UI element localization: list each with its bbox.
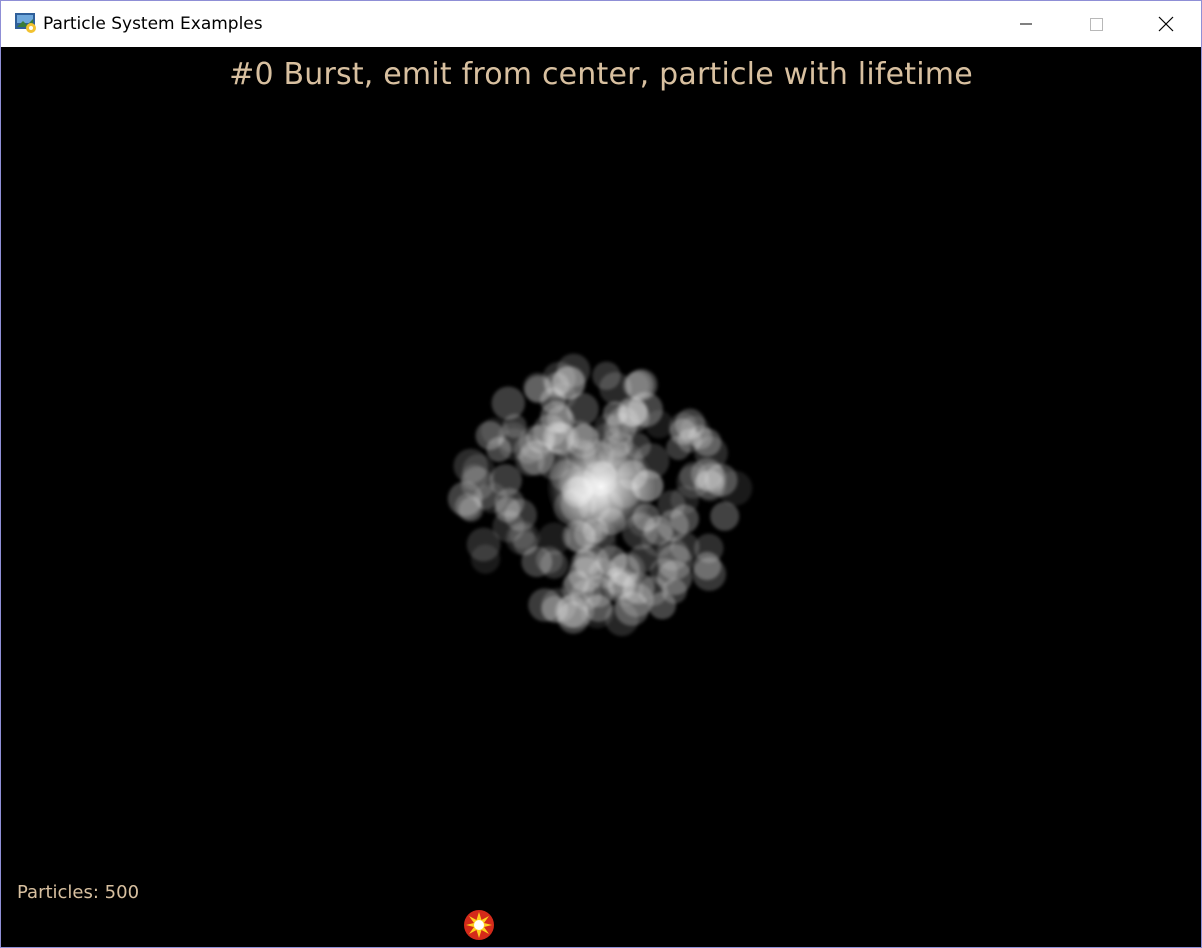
particle-counter: Particles: 500 [17, 882, 140, 903]
particle [566, 392, 599, 426]
particle [447, 481, 483, 517]
particle [694, 469, 724, 500]
particle [540, 550, 569, 579]
particle [509, 524, 535, 549]
particle [470, 544, 501, 574]
app-window: Particle System Examples #0 Burst, emit … [0, 0, 1202, 948]
particle [670, 485, 699, 515]
title-bar[interactable]: Particle System Examples [1, 1, 1201, 47]
particle [625, 369, 658, 401]
particle [491, 386, 525, 420]
close-button[interactable] [1131, 1, 1201, 47]
particle [710, 501, 740, 531]
particle [674, 408, 706, 440]
particle-core [546, 437, 656, 537]
close-icon [1158, 16, 1174, 32]
python-icon [15, 13, 36, 33]
render-canvas[interactable]: #0 Burst, emit from center, particle wit… [1, 47, 1201, 947]
particle-burst [447, 353, 753, 637]
particle [570, 579, 602, 611]
maximize-button[interactable] [1061, 1, 1131, 47]
particle [657, 560, 693, 596]
particle [694, 436, 728, 470]
maximize-icon [1090, 18, 1103, 31]
particle [592, 361, 621, 390]
burst-icon [464, 910, 494, 940]
particle [475, 421, 505, 450]
particle [608, 571, 644, 607]
window-title: Particle System Examples [43, 14, 263, 34]
particle [544, 372, 570, 398]
particle [453, 448, 489, 484]
minimize-icon [1020, 23, 1032, 25]
minimize-button[interactable] [991, 1, 1061, 47]
particle [494, 488, 525, 518]
particle [670, 532, 700, 562]
